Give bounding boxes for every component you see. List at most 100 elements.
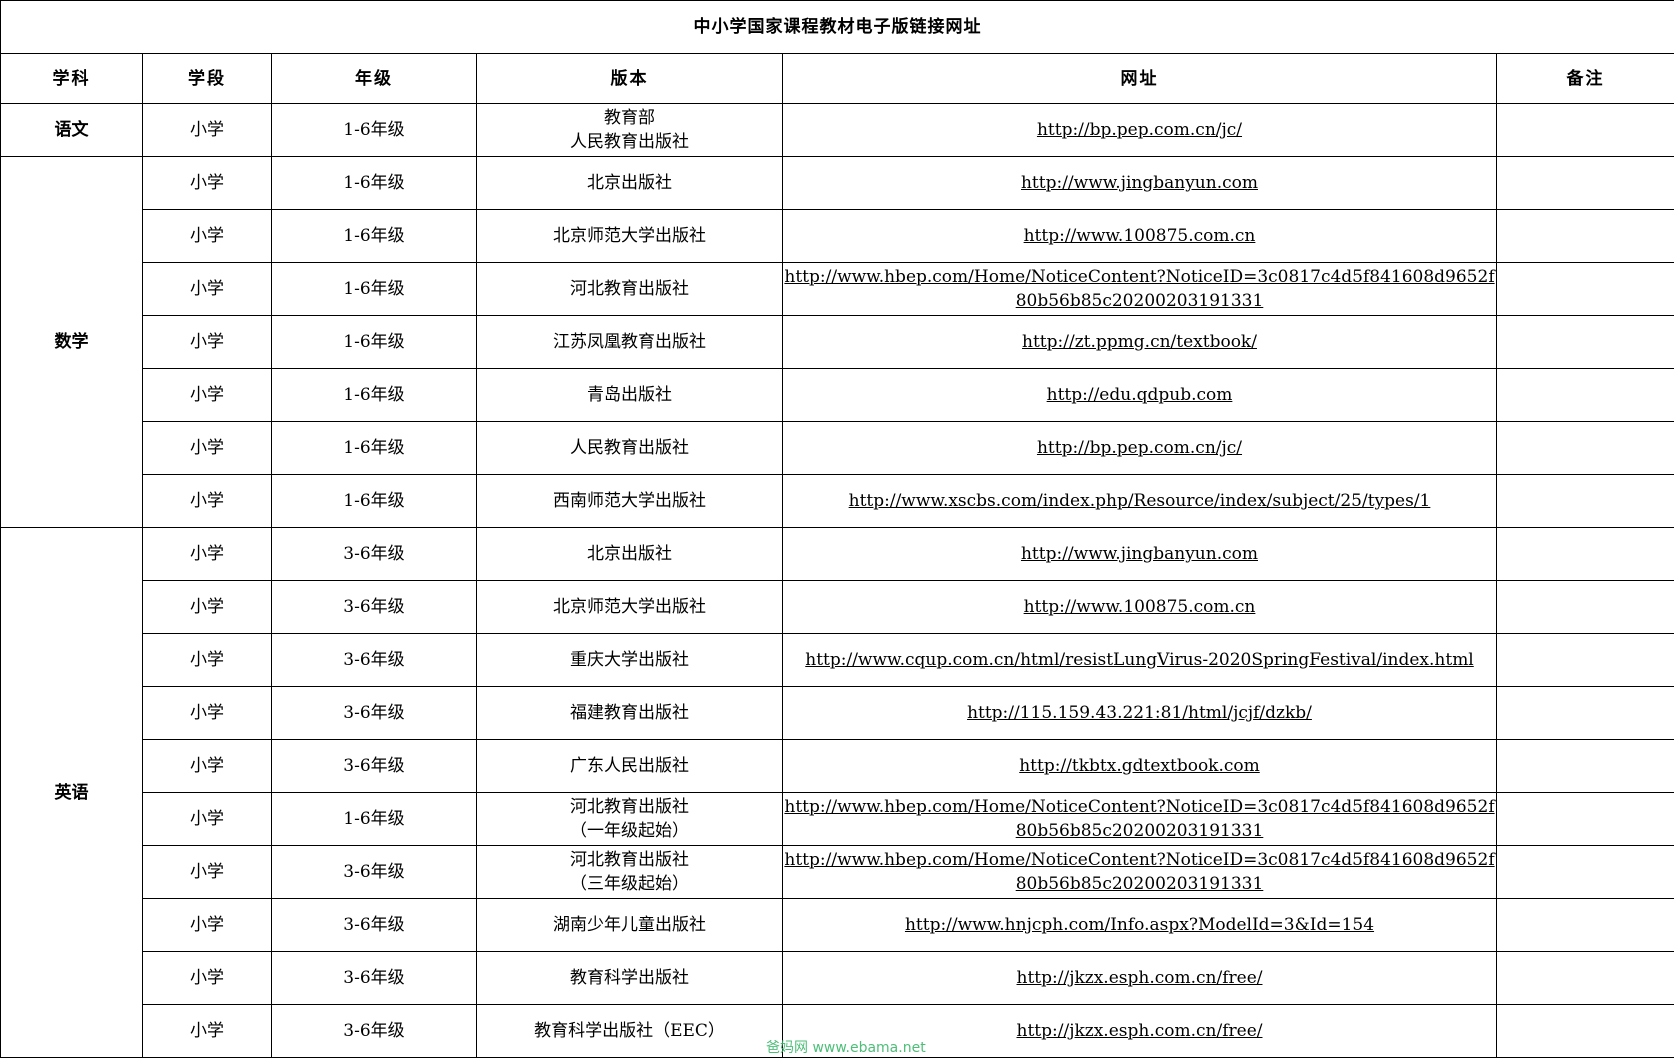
note-cell [1495, 262, 1674, 316]
header-url: 网址 [782, 53, 1497, 104]
url-link[interactable]: http://jkzx.esph.com.cn/free/ [1017, 968, 1263, 988]
stage-cell: 小学 [142, 527, 272, 581]
publisher-cell: 福建教育出版社 [476, 686, 783, 740]
grade-cell: 1-6年级 [271, 792, 477, 846]
publisher-line: 人民教育出版社 [570, 132, 689, 152]
note-cell [1495, 474, 1674, 528]
grade-cell: 1-6年级 [271, 103, 477, 157]
url-cell: http://www.hbep.com/Home/NoticeContent?N… [782, 845, 1497, 899]
note-cell [1495, 103, 1674, 157]
header-edition: 版本 [476, 53, 783, 104]
url-cell: http://www.100875.com.cn [782, 209, 1497, 263]
table-row: 英语 小学 3-6年级 北京出版社 http://www.jingbanyun.com [0, 527, 1674, 1058]
publisher-cell: 教育科学出版社（EEC） [476, 1004, 783, 1058]
table-row: 小学 3-6年级 重庆大学出版社 http://www.cqup.com.cn/htm… [1, 633, 1674, 687]
grade-cell: 1-6年级 [271, 262, 477, 316]
publisher-line: 湖南少年儿童出版社 [553, 915, 706, 935]
grade-cell: 1-6年级 [271, 156, 477, 210]
note-cell [1495, 421, 1674, 475]
grade-cell: 3-6年级 [271, 633, 477, 687]
publisher-line: 北京师范大学出版社 [553, 597, 706, 617]
note-cell [1495, 209, 1674, 263]
url-link[interactable]: http://www.hbep.com/Home/NoticeContent?N… [784, 267, 1494, 311]
url-link[interactable]: http://www.jingbanyun.com [1021, 544, 1258, 564]
publisher-line: 西南师范大学出版社 [553, 491, 706, 511]
url-link[interactable]: http://115.159.43.221:81/html/jcjf/dzkb/ [967, 703, 1312, 723]
header-grade: 年级 [271, 53, 477, 104]
publisher-cell: 河北教育出版社 （三年级起始） [476, 845, 783, 899]
publisher-line: （一年级起始） [570, 821, 689, 841]
stage-cell: 小学 [142, 368, 272, 422]
table-row: 数学 小学 1-6年级 北京出版社 http://www.jingbanyun.com [0, 156, 1674, 528]
spreadsheet: 中小学国家课程教材电子版链接网址 学科 学段 年级 版本 网址 备注 语文 小学 1… [0, 0, 1674, 1058]
grade-cell: 3-6年级 [271, 898, 477, 952]
table-row: 小学 3-6年级 河北教育出版社 （三年级起始） http://www.hbep.com… [1, 845, 1674, 899]
header-row: 学科 学段 年级 版本 网址 备注 [0, 53, 1674, 104]
url-link[interactable]: http://www.hnjcph.com/Info.aspx?ModelId=… [905, 915, 1374, 935]
publisher-line: 江苏凤凰教育出版社 [553, 332, 706, 352]
url-link[interactable]: http://www.jingbanyun.com [1021, 173, 1258, 193]
publisher-line: 广东人民出版社 [570, 756, 689, 776]
url-cell: http://bp.pep.com.cn/jc/ [782, 421, 1497, 475]
table-row: 语文 小学 1-6年级 教育部 人民教育出版社 http://bp.pep.com.cn/… [0, 103, 1674, 157]
table-row: 小学 3-6年级 广东人民出版社 http://tkbtx.gdtextbook.co… [1, 739, 1674, 793]
url-link[interactable]: http://bp.pep.com.cn/jc/ [1037, 438, 1242, 458]
publisher-cell: 西南师范大学出版社 [476, 474, 783, 528]
publisher-cell: 教育部 人民教育出版社 [476, 103, 783, 157]
publisher-line: （三年级起始） [570, 874, 689, 894]
publisher-line: 教育科学出版社（EEC） [534, 1021, 725, 1041]
stage-cell: 小学 [142, 580, 272, 634]
publisher-line: 重庆大学出版社 [570, 650, 689, 670]
note-cell [1495, 633, 1674, 687]
note-cell [1495, 898, 1674, 952]
table-row: 小学 1-6年级 人民教育出版社 http://bp.pep.com.cn/jc/ [1, 421, 1674, 475]
url-link[interactable]: http://www.hbep.com/Home/NoticeContent?N… [784, 850, 1494, 894]
publisher-line: 北京师范大学出版社 [553, 226, 706, 246]
url-cell: http://115.159.43.221:81/html/jcjf/dzkb/ [782, 686, 1497, 740]
grade-cell: 1-6年级 [271, 474, 477, 528]
publisher-cell: 人民教育出版社 [476, 421, 783, 475]
stage-cell: 小学 [142, 474, 272, 528]
url-cell: http://www.jingbanyun.com [782, 527, 1497, 581]
url-link[interactable]: http://bp.pep.com.cn/jc/ [1037, 120, 1242, 140]
table-row: 小学 1-6年级 青岛出版社 http://edu.qdpub.com [1, 368, 1674, 422]
url-link[interactable]: http://www.xscbs.com/index.php/Resource/… [849, 491, 1431, 511]
grade-cell: 1-6年级 [271, 209, 477, 263]
url-cell: http://www.xscbs.com/index.php/Resource/… [782, 474, 1497, 528]
url-link[interactable]: http://www.100875.com.cn [1024, 226, 1256, 246]
stage-cell: 小学 [142, 633, 272, 687]
publisher-cell: 河北教育出版社 （一年级起始） [476, 792, 783, 846]
stage-cell: 小学 [142, 898, 272, 952]
table-row: 小学 3-6年级 教育科学出版社 http://jkzx.esph.com.cn/fr… [1, 951, 1674, 1005]
url-cell: http://www.cqup.com.cn/html/resistLungVi… [782, 633, 1497, 687]
url-link[interactable]: http://jkzx.esph.com.cn/free/ [1017, 1021, 1263, 1041]
stage-cell: 小学 [142, 686, 272, 740]
url-link[interactable]: http://tkbtx.gdtextbook.com [1019, 756, 1260, 776]
stage-cell: 小学 [142, 421, 272, 475]
grade-cell: 1-6年级 [271, 368, 477, 422]
grade-cell: 3-6年级 [271, 1004, 477, 1058]
table-row: 小学 1-6年级 江苏凤凰教育出版社 http://zt.ppmg.cn/textbo… [1, 315, 1674, 369]
url-cell: http://www.hnjcph.com/Info.aspx?ModelId=… [782, 898, 1497, 952]
url-link[interactable]: http://www.cqup.com.cn/html/resistLungVi… [805, 650, 1474, 670]
url-link[interactable]: http://edu.qdpub.com [1047, 385, 1233, 405]
table-row: 小学 1-6年级 河北教育出版社 http://www.hbep.com/Home/N… [1, 262, 1674, 316]
stage-cell: 小学 [142, 951, 272, 1005]
grade-cell: 3-6年级 [271, 686, 477, 740]
note-cell [1495, 580, 1674, 634]
publisher-line: 人民教育出版社 [570, 438, 689, 458]
table-row: 小学 1-6年级 北京师范大学出版社 http://www.100875.com.cn [1, 209, 1674, 263]
url-cell: http://www.hbep.com/Home/NoticeContent?N… [782, 262, 1497, 316]
textbook-links-table: 中小学国家课程教材电子版链接网址 学科 学段 年级 版本 网址 备注 语文 小学 1… [0, 0, 1674, 1058]
note-cell [1495, 792, 1674, 846]
publisher-cell: 北京出版社 [476, 156, 783, 210]
url-link[interactable]: http://www.100875.com.cn [1024, 597, 1256, 617]
url-link[interactable]: http://www.hbep.com/Home/NoticeContent?N… [784, 797, 1494, 841]
publisher-line: 青岛出版社 [587, 385, 672, 405]
url-link[interactable]: http://zt.ppmg.cn/textbook/ [1022, 332, 1257, 352]
grade-cell: 3-6年级 [271, 951, 477, 1005]
publisher-line: 福建教育出版社 [570, 703, 689, 723]
publisher-cell: 青岛出版社 [476, 368, 783, 422]
note-cell [1495, 951, 1674, 1005]
publisher-line: 河北教育出版社 [570, 797, 689, 817]
